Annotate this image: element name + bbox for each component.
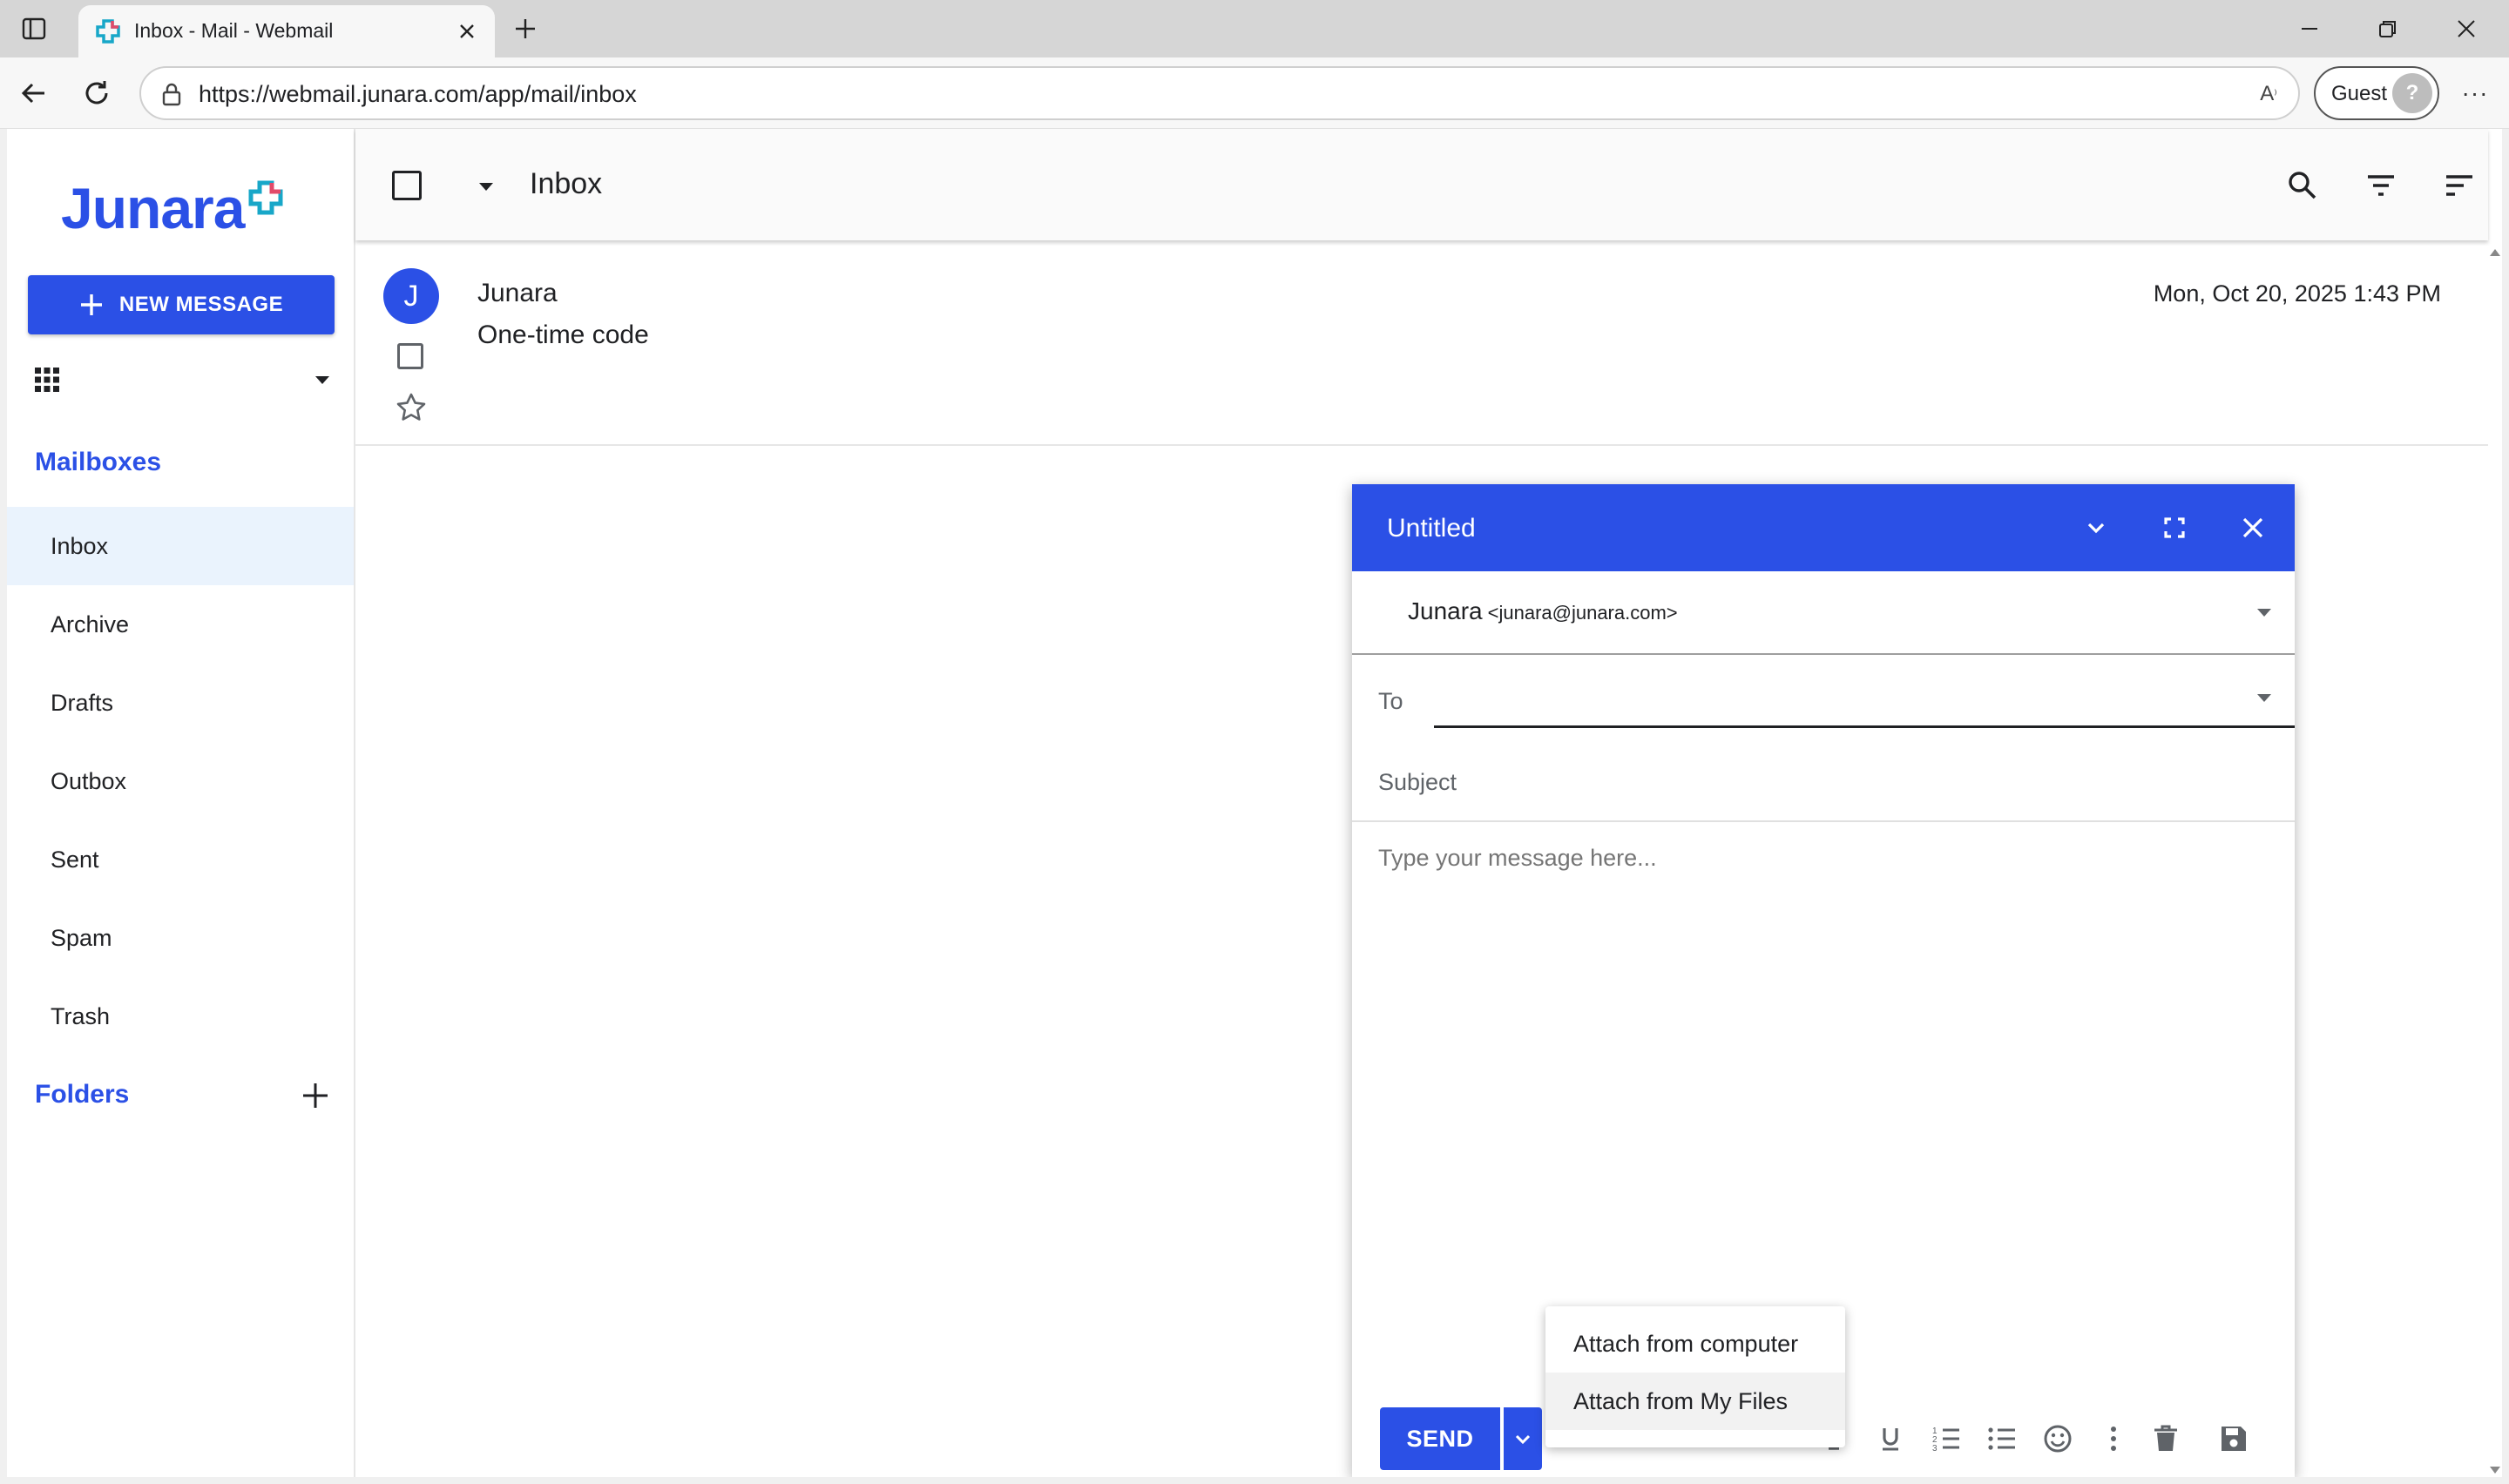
compose-header: Untitled xyxy=(1352,484,2295,571)
new-tab-icon[interactable] xyxy=(507,10,544,47)
brand-name: Junara xyxy=(61,176,245,240)
mailbox-item-drafts[interactable]: Drafts xyxy=(7,664,354,742)
fullscreen-icon[interactable] xyxy=(2157,510,2192,545)
from-name: Junara xyxy=(1408,597,1483,624)
mailbox-item-trash[interactable]: Trash xyxy=(7,977,354,1056)
scroll-up-arrow-icon[interactable] xyxy=(2488,246,2502,260)
from-value: Junara <junara@junara.com> xyxy=(1408,597,1678,625)
sender-avatar: J xyxy=(383,268,439,324)
profile-avatar-icon: ? xyxy=(2392,73,2432,113)
browser-menu-icon[interactable]: ··· xyxy=(2455,73,2495,113)
profile-button[interactable]: Guest ? xyxy=(2314,66,2439,120)
compose-title: Untitled xyxy=(1387,514,1476,543)
underline-icon[interactable] xyxy=(1873,1421,1908,1456)
plus-icon xyxy=(80,294,102,315)
subject-input[interactable] xyxy=(1378,758,2269,806)
tab-close-icon[interactable] xyxy=(451,16,483,47)
delete-icon[interactable] xyxy=(2148,1421,2183,1456)
message-checkbox[interactable] xyxy=(397,343,423,369)
junara-favicon-icon xyxy=(96,19,120,44)
mailbox-item-archive[interactable]: Archive xyxy=(7,585,354,664)
message-row[interactable]: J Junara One-time code Mon, Oct 20, 2025… xyxy=(355,240,2488,446)
message-subject: One-time code xyxy=(477,320,649,349)
send-options-button[interactable] xyxy=(1504,1407,1542,1470)
message-date: Mon, Oct 20, 2025 1:43 PM xyxy=(2153,280,2441,307)
mailbox-item-inbox[interactable]: Inbox xyxy=(7,507,354,585)
reload-icon[interactable] xyxy=(77,73,117,113)
window-restore-icon[interactable] xyxy=(2349,9,2427,49)
to-row: To xyxy=(1352,655,2295,739)
to-label: To xyxy=(1378,688,1403,714)
folders-title: Folders xyxy=(35,1080,130,1109)
subject-row xyxy=(1352,739,2295,822)
mailbox-list: Inbox Archive Drafts Outbox Sent Spam Tr… xyxy=(7,507,354,1056)
window-minimize-icon[interactable] xyxy=(2270,9,2349,49)
attach-from-my-files[interactable]: Attach from My Files xyxy=(1545,1373,1845,1430)
tab-title: Inbox - Mail - Webmail xyxy=(134,19,334,42)
new-message-button[interactable]: NEW MESSAGE xyxy=(28,275,335,334)
attach-menu: Attach from computer Attach from My File… xyxy=(1545,1306,1845,1447)
minimize-icon[interactable] xyxy=(2079,510,2113,545)
brand-cross-icon xyxy=(248,180,283,215)
star-icon[interactable] xyxy=(396,392,427,423)
apps-grid-icon xyxy=(35,368,59,392)
back-icon[interactable] xyxy=(14,73,54,113)
new-message-label: NEW MESSAGE xyxy=(118,293,284,316)
close-icon[interactable] xyxy=(2235,510,2270,545)
numbered-list-icon[interactable]: 123 xyxy=(1929,1421,1964,1456)
svg-text:3: 3 xyxy=(1932,1444,1938,1454)
browser-address-bar: https://webmail.junara.com/app/mail/inbo… xyxy=(0,57,2509,129)
window-close-icon[interactable] xyxy=(2427,9,2506,49)
select-options-chevron-icon[interactable] xyxy=(474,174,498,199)
attach-from-computer[interactable]: Attach from computer xyxy=(1545,1315,1845,1373)
save-icon[interactable] xyxy=(2216,1421,2251,1456)
browser-tab-bar: Inbox - Mail - Webmail xyxy=(0,0,2509,57)
apps-switcher[interactable] xyxy=(28,357,335,402)
to-chevron-down-icon[interactable] xyxy=(2253,686,2276,709)
sort-icon[interactable] xyxy=(2441,167,2478,204)
add-folder-icon[interactable] xyxy=(300,1080,331,1111)
message-sender: Junara xyxy=(477,279,558,307)
from-select[interactable]: Junara <junara@junara.com> xyxy=(1352,571,2295,655)
chevron-down-icon xyxy=(315,376,329,384)
filter-icon[interactable] xyxy=(2363,167,2399,204)
emoji-icon[interactable] xyxy=(2040,1421,2075,1456)
profile-label: Guest xyxy=(2331,82,2388,105)
tab-actions-icon[interactable] xyxy=(17,12,51,45)
list-title: Inbox xyxy=(530,167,603,200)
send-button[interactable]: SEND xyxy=(1380,1407,1500,1470)
url-text: https://webmail.junara.com/app/mail/inbo… xyxy=(199,81,637,107)
search-icon[interactable] xyxy=(2284,167,2321,204)
to-input[interactable] xyxy=(1434,672,2295,728)
mailbox-item-sent[interactable]: Sent xyxy=(7,820,354,899)
page-viewport: Junara NEW MESSAGE Mailboxes Inbox Archi… xyxy=(7,129,2502,1477)
read-aloud-icon[interactable]: A ⁾ xyxy=(2253,78,2284,110)
lock-icon xyxy=(162,83,181,106)
url-bar[interactable]: https://webmail.junara.com/app/mail/inbo… xyxy=(139,66,2300,120)
vertical-scrollbar[interactable] xyxy=(2488,246,2502,1477)
mailbox-item-outbox[interactable]: Outbox xyxy=(7,742,354,820)
chevron-down-icon xyxy=(1515,1434,1531,1445)
mailboxes-title: Mailboxes xyxy=(35,448,162,476)
list-header: Inbox xyxy=(355,129,2488,240)
scroll-down-arrow-icon[interactable] xyxy=(2488,1463,2502,1477)
select-all-checkbox[interactable] xyxy=(392,171,422,200)
from-email: <junara@junara.com> xyxy=(1487,602,1678,624)
more-vert-icon[interactable] xyxy=(2096,1421,2131,1456)
bullet-list-icon[interactable] xyxy=(1985,1421,2019,1456)
from-chevron-down-icon xyxy=(2257,609,2271,617)
sidebar: Junara NEW MESSAGE Mailboxes Inbox Archi… xyxy=(7,129,355,1477)
message-body-input[interactable] xyxy=(1378,845,2269,1332)
brand-logo[interactable]: Junara xyxy=(61,167,286,237)
mailbox-item-spam[interactable]: Spam xyxy=(7,899,354,977)
browser-tab[interactable]: Inbox - Mail - Webmail xyxy=(78,5,495,57)
